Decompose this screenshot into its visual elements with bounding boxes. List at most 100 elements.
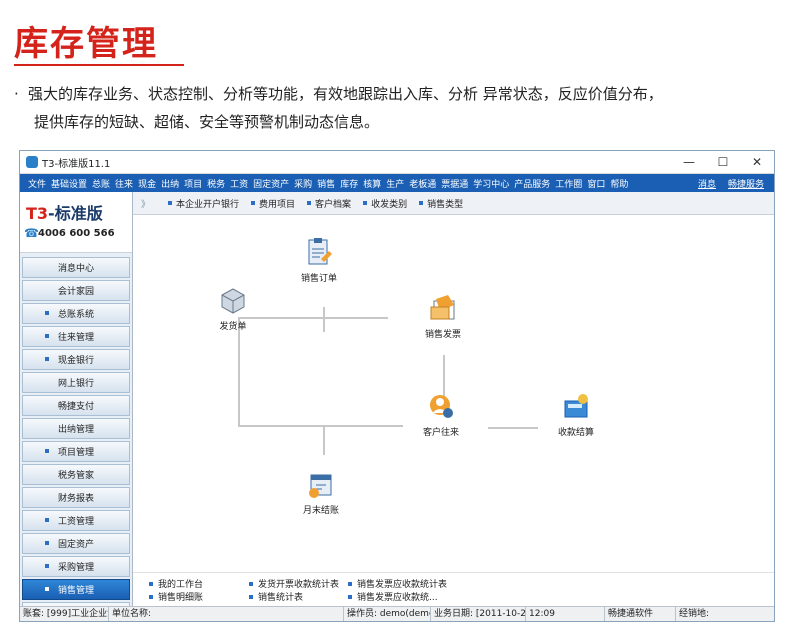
messages-link[interactable]: 消息 [698,177,716,190]
shortcut-expense-items[interactable]: 费用项目 [251,197,295,210]
menu-item-bills[interactable]: 票据通 [441,177,468,190]
shortcut-sales-types[interactable]: 销售类型 [419,197,463,210]
sidebar-item[interactable]: 会计家园 [22,280,130,301]
status-bar: 账套: [999]工业企业演 单位名称: 操作员: demo(demo) 业务日… [20,606,774,621]
menu-item-boss[interactable]: 老板通 [409,177,436,190]
menu-item-receivables[interactable]: 往来 [115,177,133,190]
sidebar-item-label: 现金银行 [57,356,94,366]
app-window: T3-标准版11.1 — ☐ ✕ 文件 基础设置 总账 往来 现金 出纳 项目 … [19,150,775,622]
sidebar-item[interactable]: 税务管家 [22,464,130,485]
link-sales-detail-ledger[interactable]: 销售明细账 [149,590,203,603]
maximize-button[interactable]: ☐ [706,155,740,169]
menu-item-tax[interactable]: 税务 [207,177,225,190]
menu-item-learning[interactable]: 学习中心 [473,177,509,190]
sidebar-item[interactable]: 工资管理 [22,510,130,531]
nav-bullet-icon [45,541,49,545]
node-sales-invoice[interactable]: 销售发票 [425,293,461,340]
link-invoice-receivable-stats-2[interactable]: 销售发票应收款统... [348,590,438,603]
menu-item-projects[interactable]: 项目 [184,177,202,190]
sidebar-item[interactable]: 项目管理 [22,441,130,462]
app-icon [26,156,38,168]
nav-bullet-icon [45,564,49,568]
window-titlebar: T3-标准版11.1 — ☐ ✕ [20,151,774,174]
phone-icon: ☎ [24,226,39,240]
sidebar-item-label: 工资管理 [57,517,94,527]
nav-bullet-icon [45,449,49,453]
menu-item-purchasing[interactable]: 采购 [294,177,312,190]
node-customer-ledger[interactable]: 客户往来 [423,391,459,438]
description-line-2: 提供库存的短缺、超储、安全等预警机制动态信息。 [34,113,380,131]
menu-item-inventory[interactable]: 库存 [340,177,358,190]
node-receipt-settlement[interactable]: 收款结算 [558,391,594,438]
status-operator: 操作员: demo(demo) [344,607,431,621]
node-month-end[interactable]: 月末结账 [303,469,339,516]
connector [323,425,325,455]
chevron-right-icon[interactable]: 》 [141,197,150,210]
link-delivery-invoice-stats[interactable]: 发货开票收款统计表 [249,577,339,590]
node-sales-order[interactable]: 销售订单 [301,237,337,284]
sidebar-item-label: 出纳管理 [57,425,94,435]
sidebar-item[interactable]: 总账系统 [22,303,130,324]
sidebar-item[interactable]: 出纳管理 [22,418,130,439]
menu-item-help[interactable]: 帮助 [610,177,628,190]
nav-bullet-icon [45,311,49,315]
connector [238,425,403,427]
sidebar-item-label: 项目管理 [57,448,94,458]
nav-list: 消息中心会计家园总账系统往来管理现金银行网上银行畅捷支付出纳管理项目管理税务管家… [20,257,132,621]
sidebar-item-label: 总账系统 [57,310,94,320]
product-logo: T3-标准版 [26,204,103,223]
sidebar-item[interactable]: 固定资产 [22,533,130,554]
hotline-number: 4006 600 566 [38,228,115,239]
menu-item-accounting[interactable]: 核算 [363,177,381,190]
shortcut-bank-accounts[interactable]: 本企业开户银行 [168,197,239,210]
status-business-date: 业务日期: [2011-10-24 [431,607,526,621]
node-delivery[interactable]: 发货单 [218,285,248,332]
menu-item-workcircle[interactable]: 工作圈 [555,177,582,190]
sidebar-item[interactable]: 销售管理 [22,579,130,600]
sidebar-item[interactable]: 采购管理 [22,556,130,577]
menu-item-cash[interactable]: 现金 [138,177,156,190]
sidebar-item[interactable]: 畅捷支付 [22,395,130,416]
shortcut-transaction-types[interactable]: 收发类别 [363,197,407,210]
menu-item-file[interactable]: 文件 [28,177,46,190]
link-invoice-receivable-stats[interactable]: 销售发票应收款统计表 [348,577,447,590]
sidebar-item-label: 畅捷支付 [57,402,94,412]
window-title: T3-标准版11.1 [42,158,111,170]
bullet-dot: · [14,85,19,103]
link-sales-stats[interactable]: 销售统计表 [249,590,303,603]
sidebar-item[interactable]: 现金银行 [22,349,130,370]
sidebar-item-label: 会计家园 [57,287,94,297]
connector [238,317,240,427]
service-link[interactable]: 畅捷服务 [728,177,764,190]
nav-bullet-icon [45,357,49,361]
sales-flow-diagram: 销售订单 发货单 销售发票 客户往来 收款结算 月末结账 [133,215,774,547]
customer-icon [430,395,453,418]
sidebar-item[interactable]: 往来管理 [22,326,130,347]
menu-item-payroll[interactable]: 工资 [230,177,248,190]
description: · 强大的库存业务、状态控制、分析等功能，有效地跟踪出入库、分析 异常状态，反应价… [14,80,784,136]
close-button[interactable]: ✕ [740,155,774,169]
nav-bullet-icon [45,587,49,591]
menu-item-basic-settings[interactable]: 基础设置 [51,177,87,190]
menu-item-sales[interactable]: 销售 [317,177,335,190]
sidebar-item-label: 财务报表 [57,494,94,504]
nav-bullet-icon [45,518,49,522]
menu-item-production[interactable]: 生产 [386,177,404,190]
sidebar-item[interactable]: 财务报表 [22,487,130,508]
menu-item-services[interactable]: 产品服务 [514,177,550,190]
description-line-1: 强大的库存业务、状态控制、分析等功能，有效地跟踪出入库、分析 异常状态，反应价值… [28,85,663,103]
link-my-workbench[interactable]: 我的工作台 [149,577,203,590]
menu-item-cashier[interactable]: 出纳 [161,177,179,190]
calculator-icon [564,394,588,418]
menu-item-window[interactable]: 窗口 [587,177,605,190]
connector [238,317,388,319]
minimize-button[interactable]: — [672,155,706,169]
sidebar-item[interactable]: 消息中心 [22,257,130,278]
sidebar-item[interactable]: 网上银行 [22,372,130,393]
connector [488,427,538,429]
shortcut-customer-files[interactable]: 客户档案 [307,197,351,210]
menu-item-ledger[interactable]: 总账 [92,177,110,190]
sidebar-item-label: 固定资产 [57,540,94,550]
menu-item-fixed-assets[interactable]: 固定资产 [253,177,289,190]
status-unit: 单位名称: [109,607,344,621]
